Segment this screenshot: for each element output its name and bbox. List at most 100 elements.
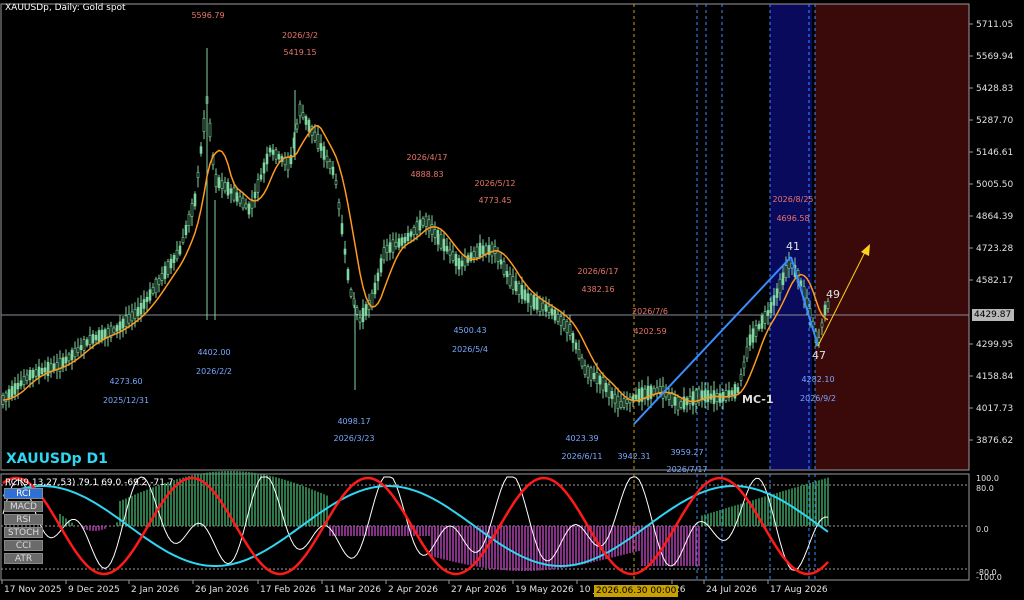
candle-body: [97, 330, 101, 343]
high-annotation-price: 4382.16: [581, 285, 614, 294]
candle-body: [307, 119, 311, 132]
candle-body: [103, 329, 107, 339]
candle-body: [670, 392, 674, 406]
wave-label-next: 49: [826, 288, 840, 301]
candle-body: [775, 288, 779, 298]
candle-body: [601, 377, 605, 391]
price-tick-label: 4017.73: [976, 404, 1013, 414]
candle-body: [409, 231, 413, 237]
high-annotation-date: 2026/7/6: [632, 307, 668, 316]
high-annotation-price: 4202.59: [633, 327, 666, 336]
candle-body: [172, 255, 176, 263]
low-annotation-date: 2026/7/17: [666, 465, 707, 474]
candle-body: [751, 328, 755, 343]
candle-body: [118, 321, 122, 331]
candle-body: [286, 156, 290, 171]
price-tick-label: 5146.61: [976, 148, 1013, 158]
candle-body: [343, 248, 347, 255]
candle-body: [496, 250, 500, 262]
candle-body: [22, 376, 26, 385]
date-tick-label: 27 Apr 2026: [451, 585, 507, 595]
candle-body: [40, 368, 44, 374]
candle-body: [553, 309, 557, 321]
candle-body: [265, 153, 269, 165]
price-tick-label: 5569.94: [976, 52, 1013, 62]
candle-body: [412, 227, 416, 235]
candle-body: [517, 283, 521, 295]
candle-body: [193, 193, 197, 207]
high-annotation-date: 2026/3/2: [282, 31, 318, 40]
candle-body: [196, 172, 200, 178]
candle-body: [544, 304, 548, 312]
candle-body: [823, 304, 827, 316]
candle-body: [7, 389, 11, 400]
candle-body: [613, 394, 617, 404]
candle-body: [523, 289, 527, 301]
candle-body: [184, 225, 188, 235]
candle-body: [433, 229, 437, 238]
date-tick-label: 26 Jan 2026: [195, 585, 249, 595]
wave-label-mc: MC-1: [742, 393, 774, 406]
red-projection-zone: [815, 4, 969, 470]
indicator-button-cci[interactable]: CCI: [4, 540, 43, 551]
candle-body: [31, 369, 35, 379]
candle-body: [37, 366, 41, 378]
candle-body: [370, 292, 374, 308]
low-annotation-price: 4273.60: [109, 377, 142, 386]
candle-body: [430, 224, 434, 235]
candle-body: [361, 307, 365, 323]
indicator-button-rci[interactable]: RCI: [4, 488, 43, 499]
candle-body: [262, 162, 266, 174]
indicator-button-stoch[interactable]: STOCH: [4, 527, 43, 538]
candle-body: [208, 122, 212, 138]
date-tick-label: 2 Apr 2026: [388, 585, 438, 595]
candle-body: [112, 327, 116, 334]
candle-body: [574, 342, 578, 350]
candle-body: [685, 397, 689, 406]
price-tick-label: 3876.62: [976, 436, 1013, 446]
candle-body: [457, 258, 461, 270]
candle-body: [679, 401, 683, 408]
candle-body: [724, 390, 728, 401]
chart-canvas[interactable]: 5596.79 2026/3/2 5419.15 2026/4/17 4888.83 20…: [0, 0, 1024, 600]
candle-body: [403, 236, 407, 244]
candle-body: [772, 295, 776, 306]
candle-body: [94, 334, 98, 341]
candle-body: [67, 353, 71, 362]
candle-body: [145, 296, 149, 303]
high-annotation-price: 5419.15: [283, 48, 316, 57]
wave-label-low: 47: [812, 349, 826, 362]
candle-body: [259, 174, 263, 180]
date-tick-label: 17 Aug 2026: [770, 585, 828, 595]
candle-body: [400, 237, 404, 246]
low-annotation-price: 3959.27: [670, 448, 703, 457]
candle-body: [271, 149, 275, 155]
low-annotation-date: 2025/12/31: [103, 396, 149, 405]
indicator-button-rsi[interactable]: RSI: [4, 514, 43, 525]
candle-body: [460, 260, 464, 267]
candle-body: [91, 334, 95, 344]
candle-body: [718, 393, 722, 403]
low-annotation-price: 3942.31: [617, 452, 650, 461]
high-annotation-date: 2026/4/17: [406, 153, 447, 162]
low-annotation-date: 2026/5/4: [452, 345, 488, 354]
candle-body: [667, 393, 671, 400]
candle-body: [337, 202, 341, 210]
candle-body: [163, 266, 167, 279]
indicator-button-macd[interactable]: MACD: [4, 501, 43, 512]
candle-body: [778, 278, 782, 294]
candle-body: [187, 214, 191, 226]
candle-body: [454, 254, 458, 266]
candle-body: [562, 319, 566, 329]
candle-body: [148, 289, 152, 301]
date-tick-label: 11 Mar 2026: [324, 585, 381, 595]
candle-body: [127, 314, 131, 324]
candle-body: [256, 179, 260, 193]
price-tick-label: 5428.83: [976, 84, 1013, 94]
candle-body: [499, 259, 503, 265]
candle-body: [55, 362, 59, 370]
candle-body: [763, 311, 767, 324]
date-tick-label: 2 Jan 2026: [131, 585, 179, 595]
indicator-button-atr[interactable]: ATR: [4, 553, 43, 564]
candle-body: [268, 147, 272, 153]
